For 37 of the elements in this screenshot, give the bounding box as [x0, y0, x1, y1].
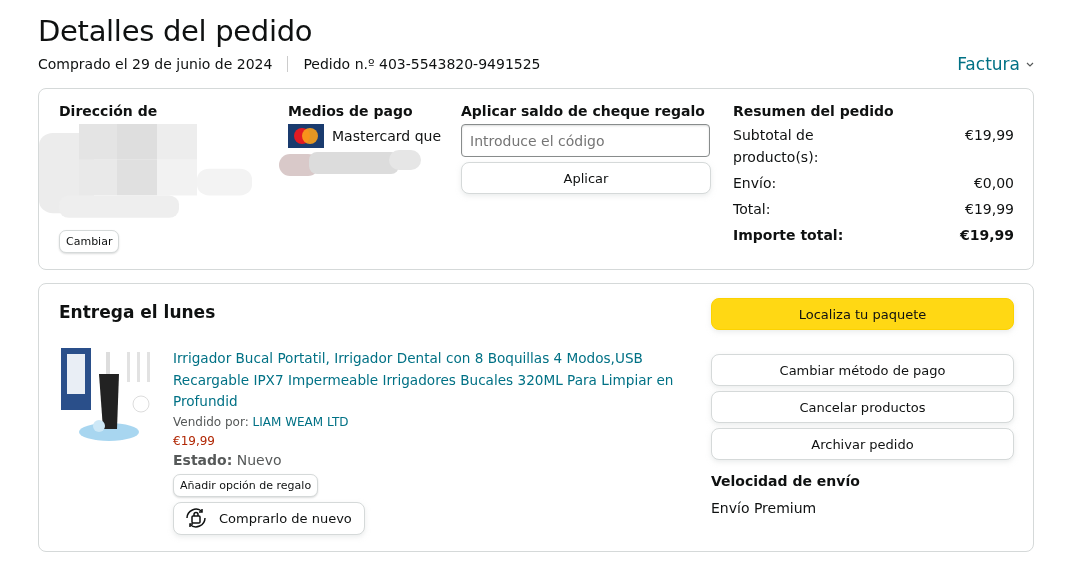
card-logo-icon — [288, 124, 324, 148]
summary-label: Subtotal de producto(s): — [733, 126, 820, 167]
delivery-heading: Entrega el lunes — [59, 302, 217, 322]
seller-link[interactable]: LIAM WEAM LTD — [252, 414, 349, 429]
change-address-button[interactable]: Cambiar — [59, 230, 120, 253]
summary-value: €19,99 — [965, 200, 1014, 219]
product-title-link[interactable]: Irrigador Bucal Portatil, Irrigador Dental con 8 Boquillas 4 Modos,USB Recargable IPX7 Impermeable Irrigadores Bucales 320ML Para Limpiar en Profundid — [173, 348, 681, 413]
chevron-down-icon — [1026, 61, 1034, 67]
action-button[interactable]: Cancelar productos — [711, 391, 1014, 423]
payment-method: Mastercard que — [332, 128, 441, 144]
summary-value: €19,99 — [965, 126, 1014, 145]
code-input-field[interactable]: Introduce el código — [461, 124, 710, 157]
shipping-speed: Envío Premium — [711, 500, 818, 516]
action-button[interactable]: Localiza tu paquete — [711, 298, 1014, 330]
apply-button[interactable]: Aplicar — [461, 162, 711, 194]
invoice-dropdown[interactable]: Factura — [957, 54, 1034, 74]
summary-value: €19,99 — [959, 226, 1014, 245]
summary-heading: Resumen del pedido — [733, 103, 894, 119]
sold-by-label: Vendido por: — [173, 414, 249, 429]
rebuy-icon — [183, 507, 209, 529]
gift-option-button[interactable]: Añadir opción de regalo — [173, 473, 319, 497]
product-condition: Estado: Nuevo — [173, 451, 282, 468]
product-price: €19,99 — [173, 433, 215, 448]
summary-label: Envío: — [733, 174, 777, 193]
page-title: Detalles del pedido — [38, 14, 314, 48]
action-button[interactable]: Archivar pedido — [711, 428, 1014, 460]
summary-label: Importe total: — [733, 226, 844, 245]
summary-value: €0,00 — [973, 174, 1014, 193]
address-heading: Dirección de — [59, 103, 158, 119]
purchase-date: Comprado el 29 de junio de 2024 — [38, 56, 273, 72]
action-button[interactable]: Cambiar método de pago — [711, 354, 1014, 386]
buy-again-button[interactable]: Comprarlo de nuevo — [173, 501, 365, 535]
gift-card-heading: Aplicar saldo de cheque regalo — [461, 103, 705, 119]
summary-label: Total: — [733, 200, 771, 219]
shipping-speed-heading: Velocidad de envío — [711, 473, 861, 489]
payment-heading: Medios de pago — [288, 103, 413, 119]
order-number: Pedido n.º 403-5543820-9491525 — [303, 56, 541, 72]
